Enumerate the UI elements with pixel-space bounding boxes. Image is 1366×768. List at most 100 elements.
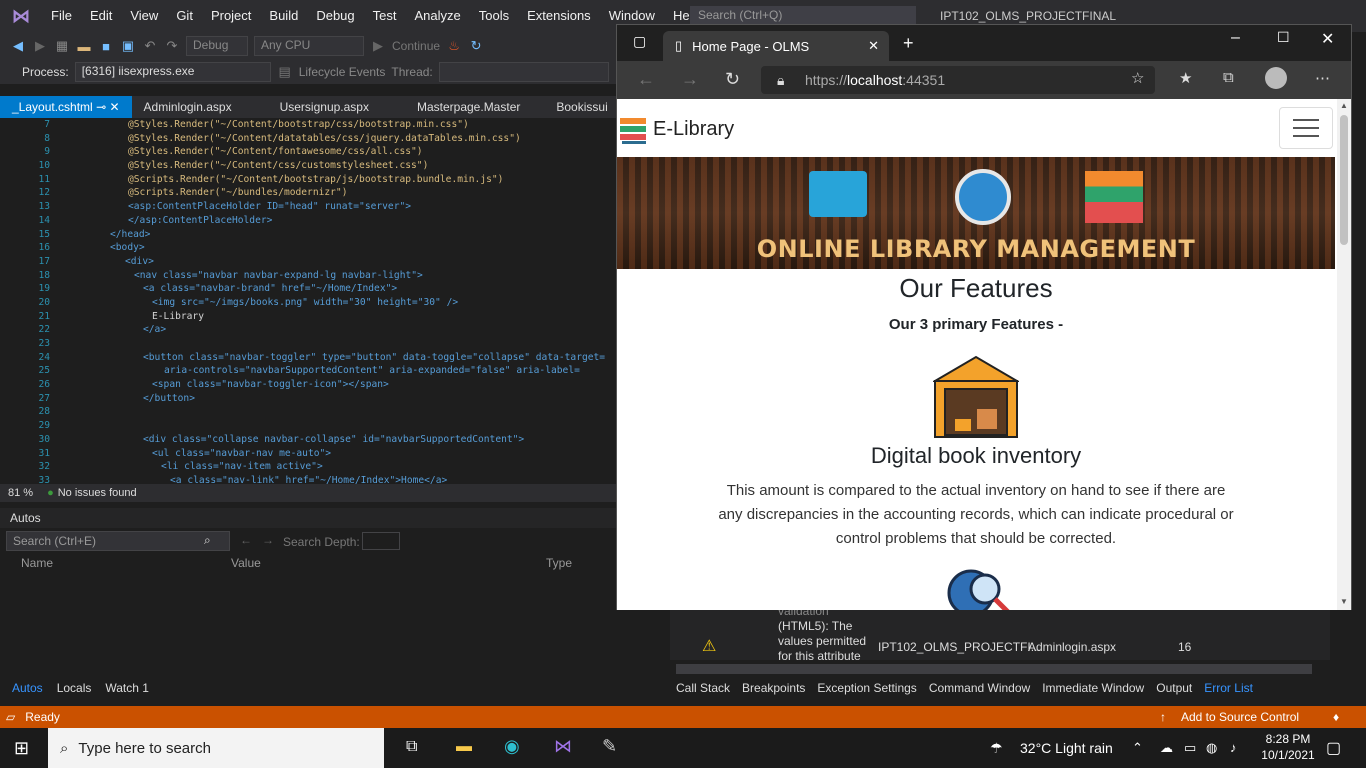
code-line[interactable]: 31 <ul class="navbar-nav me-auto"> xyxy=(0,447,616,461)
forward-icon[interactable]: ▶ xyxy=(32,38,48,54)
menu-debug[interactable]: Debug xyxy=(307,0,363,32)
code-line[interactable]: 9 @Styles.Render("~/Content/fontawesome/c… xyxy=(0,145,616,159)
add-to-source-control[interactable]: Add to Source Control xyxy=(1181,710,1299,724)
menu-view[interactable]: View xyxy=(121,0,167,32)
menu-extensions[interactable]: Extensions xyxy=(518,0,600,32)
paint-icon[interactable]: ✎ xyxy=(602,736,617,757)
code-line[interactable]: 33 <a class="nav-link" href="~/Home/Index… xyxy=(0,474,616,484)
search-icon[interactable]: ⌕ xyxy=(204,533,211,548)
clock[interactable]: 8:28 PM 10/1/2021 xyxy=(1256,731,1320,763)
back-icon[interactable]: ◀ xyxy=(10,38,26,54)
collections-icon[interactable]: ⧉ xyxy=(1223,69,1234,86)
tray-chevron-icon[interactable]: ⌃ xyxy=(1132,740,1143,756)
zoom-level[interactable]: 81 % xyxy=(8,487,33,499)
back-icon[interactable]: ← xyxy=(637,69,655,90)
menu-tools[interactable]: Tools xyxy=(470,0,518,32)
tab-exception-settings[interactable]: Exception Settings xyxy=(817,678,916,698)
autos-search-input[interactable]: Search (Ctrl+E) xyxy=(6,531,230,551)
pin-icon[interactable]: ⊸ xyxy=(96,100,106,114)
save-all-icon[interactable]: ▣ xyxy=(120,38,136,54)
code-line[interactable]: 8 @Styles.Render("~/Content/datatables/cs… xyxy=(0,132,616,146)
vs-search-input[interactable]: Search (Ctrl+Q) xyxy=(690,6,916,26)
menu-edit[interactable]: Edit xyxy=(81,0,121,32)
tray-globe-icon[interactable]: ◍ xyxy=(1206,740,1217,756)
tab-immediate-window[interactable]: Immediate Window xyxy=(1042,678,1144,698)
scroll-thumb[interactable] xyxy=(1340,115,1348,245)
navbar-toggler-button[interactable] xyxy=(1279,107,1333,149)
back-arrow-icon[interactable]: ← xyxy=(240,533,252,547)
scroll-down-icon[interactable]: ▼ xyxy=(1340,597,1348,606)
tab-call-stack[interactable]: Call Stack xyxy=(676,678,730,698)
code-line[interactable]: 27 </button> xyxy=(0,392,616,406)
code-line[interactable]: 19 <a class="navbar-brand" href="~/Home/I… xyxy=(0,282,616,296)
menu-git[interactable]: Git xyxy=(167,0,202,32)
error-list-row[interactable]: ⚠ validation (HTML5): The values permitt… xyxy=(670,604,1330,663)
browser-tab[interactable]: ▯ Home Page - OLMS ✕ xyxy=(663,31,889,61)
close-icon[interactable]: ✕ xyxy=(109,100,119,114)
close-window-icon[interactable]: ✕ xyxy=(1321,29,1334,49)
code-line[interactable]: 13 <asp:ContentPlaceHolder ID="head" runa… xyxy=(0,200,616,214)
tab-watch[interactable]: Watch 1 xyxy=(105,678,149,698)
code-line[interactable]: 24 <button class="navbar-toggler" type="b… xyxy=(0,351,616,365)
tab-error-list[interactable]: Error List xyxy=(1204,678,1253,698)
code-line[interactable]: 21 E-Library xyxy=(0,310,616,324)
profile-avatar[interactable] xyxy=(1265,67,1287,89)
tab-bookissue[interactable]: Bookissui xyxy=(532,96,619,118)
close-tab-icon[interactable]: ✕ xyxy=(868,38,879,54)
code-line[interactable]: 12 @Scripts.Render("~/bundles/modernizr") xyxy=(0,186,616,200)
notification-bell-icon[interactable]: ♦ xyxy=(1333,710,1339,724)
tab-actions-icon[interactable]: ▢ xyxy=(633,33,646,50)
code-line[interactable]: 22 </a> xyxy=(0,323,616,337)
code-line[interactable]: 25 aria-controls="navbarSupportedContent"… xyxy=(0,364,616,378)
edge-icon[interactable]: ◉ xyxy=(504,736,520,757)
refresh-icon[interactable]: ↻ xyxy=(725,69,740,90)
tab-locals[interactable]: Locals xyxy=(57,678,92,698)
undo-icon[interactable]: ↶ xyxy=(142,38,158,54)
code-line[interactable]: 11 @Scripts.Render("~/Content/bootstrap/j… xyxy=(0,173,616,187)
platform-select[interactable]: Any CPU xyxy=(254,36,364,56)
tab-command-window[interactable]: Command Window xyxy=(929,678,1030,698)
tab-layout-cshtml[interactable]: _Layout.cshtml ⊸ ✕ xyxy=(0,96,132,118)
thread-select[interactable] xyxy=(438,62,609,82)
code-line[interactable]: 30 <div class="collapse navbar-collapse" … xyxy=(0,433,616,447)
scroll-up-icon[interactable]: ▲ xyxy=(1340,101,1348,110)
more-options-icon[interactable]: ⋯ xyxy=(1315,69,1330,87)
windows-start-icon[interactable]: ⊞ xyxy=(14,738,29,759)
menu-analyze[interactable]: Analyze xyxy=(405,0,469,32)
page-scrollbar[interactable]: ▲ ▼ xyxy=(1337,99,1351,610)
code-line[interactable]: 23 xyxy=(0,337,616,351)
code-line[interactable]: 26 <span class="navbar-toggler-icon"></sp… xyxy=(0,378,616,392)
menu-test[interactable]: Test xyxy=(364,0,406,32)
tab-usersignup[interactable]: Usersignup.aspx xyxy=(244,96,381,118)
issues-status[interactable]: No issues found xyxy=(58,487,137,499)
code-editor[interactable]: 7 @Styles.Render("~/Content/bootstrap/css… xyxy=(0,118,616,484)
tab-output[interactable]: Output xyxy=(1156,678,1192,698)
forward-icon[interactable]: → xyxy=(681,69,699,90)
tray-network-icon[interactable]: ☁ xyxy=(1160,740,1173,756)
tab-masterpage[interactable]: Masterpage.Master xyxy=(381,96,532,118)
new-tab-icon[interactable]: + xyxy=(903,33,914,54)
hot-reload-icon[interactable]: ♨ xyxy=(446,38,462,54)
tray-battery-icon[interactable]: ▭ xyxy=(1184,740,1196,756)
file-explorer-icon[interactable]: ▬ xyxy=(456,738,472,756)
code-line[interactable]: 20 <img src="~/imgs/books.png" width="30"… xyxy=(0,296,616,310)
favorites-icon[interactable]: ★ xyxy=(1179,69,1192,87)
url-input[interactable]: 🔒︎ https://localhost:44351 xyxy=(761,66,1155,94)
menu-build[interactable]: Build xyxy=(260,0,307,32)
configuration-select[interactable]: Debug xyxy=(186,36,248,56)
task-view-icon[interactable]: ⧉ xyxy=(406,738,417,756)
save-icon[interactable]: ■ xyxy=(98,38,114,54)
maximize-icon[interactable]: ☐ xyxy=(1277,29,1290,46)
tab-breakpoints[interactable]: Breakpoints xyxy=(742,678,805,698)
new-project-icon[interactable]: ▦ xyxy=(54,38,70,54)
action-center-icon[interactable]: ▢ xyxy=(1326,738,1341,758)
code-line[interactable]: 15 </head> xyxy=(0,228,616,242)
code-line[interactable]: 32 <li class="nav-item active"> xyxy=(0,460,616,474)
open-folder-icon[interactable]: ▬ xyxy=(76,38,92,54)
code-line[interactable]: 14 </asp:ContentPlaceHolder> xyxy=(0,214,616,228)
search-depth-select[interactable] xyxy=(362,532,400,550)
lifecycle-events[interactable]: Lifecycle Events xyxy=(299,65,386,79)
horizontal-scrollbar[interactable] xyxy=(676,664,1312,674)
add-favorite-icon[interactable]: ☆ xyxy=(1131,69,1144,87)
refresh-icon[interactable]: ↻ xyxy=(468,38,484,54)
